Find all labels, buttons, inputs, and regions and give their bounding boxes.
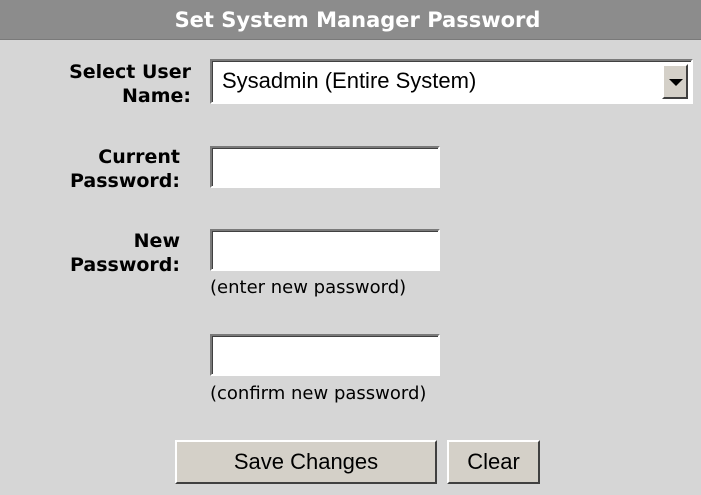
clear-button[interactable]: Clear bbox=[447, 440, 540, 484]
confirm-password-field[interactable] bbox=[210, 334, 440, 376]
user-name-selected-value: Sysadmin (Entire System) bbox=[222, 68, 477, 93]
current-password-label-line1: Current bbox=[98, 146, 180, 168]
new-password-field[interactable] bbox=[210, 229, 440, 271]
chevron-down-icon[interactable] bbox=[662, 64, 688, 99]
new-password-label-line1: New bbox=[133, 230, 180, 252]
user-name-select[interactable]: Sysadmin (Entire System) bbox=[210, 59, 693, 104]
confirm-password-hint: (confirm new password) bbox=[210, 383, 427, 404]
new-password-hint: (enter new password) bbox=[210, 277, 407, 298]
panel-title: Set System Manager Password bbox=[0, 0, 701, 40]
user-name-label-line2: Name: bbox=[121, 85, 191, 107]
new-password-label: New Password: bbox=[70, 229, 180, 277]
password-panel: Set System Manager Password Select User … bbox=[0, 0, 701, 495]
current-password-label: Current Password: bbox=[70, 145, 180, 193]
current-password-field[interactable] bbox=[210, 146, 440, 188]
current-password-label-line2: Password: bbox=[69, 170, 180, 192]
new-password-label-line2: Password: bbox=[69, 254, 180, 276]
user-name-label-line1: Select User bbox=[69, 61, 191, 83]
save-changes-button[interactable]: Save Changes bbox=[175, 440, 437, 484]
user-name-label: Select User Name: bbox=[69, 60, 191, 108]
